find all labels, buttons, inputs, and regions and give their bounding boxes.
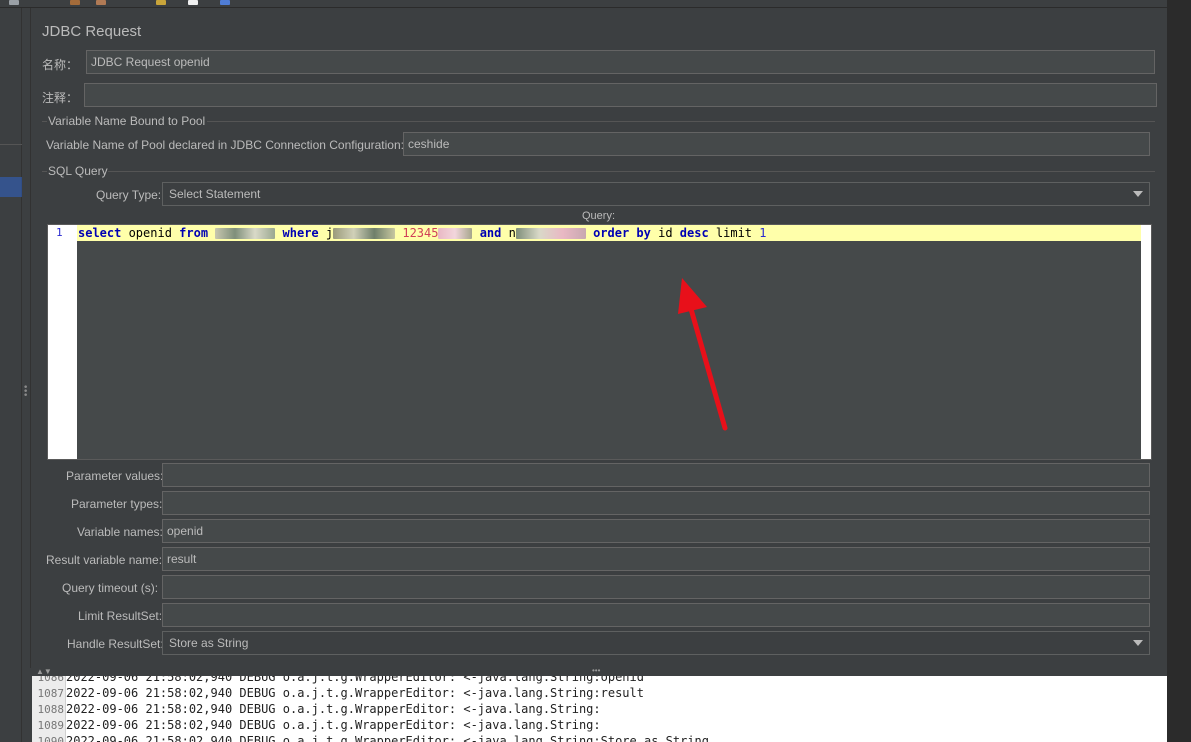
code-keyword: and — [479, 226, 502, 240]
param-values-label: Parameter values: — [66, 469, 164, 483]
panel-title: JDBC Request — [42, 23, 142, 40]
name-field[interactable]: JDBC Request openid — [86, 50, 1155, 74]
limit-resultset-label: Limit ResultSet: — [78, 609, 163, 623]
query-timeout-label: Query timeout (s): — [62, 581, 159, 595]
limit-resultset-field[interactable] — [162, 603, 1150, 627]
log-text: 2022-09-06 21:58:02,940 DEBUG o.a.j.t.g.… — [66, 734, 709, 742]
code-number: 1 — [759, 226, 767, 240]
comment-field[interactable] — [84, 83, 1157, 107]
handle-resultset-value: Store as String — [169, 636, 249, 650]
red-arrow-annotation — [678, 278, 728, 431]
splitter-bar[interactable]: ▲▼ ••• — [30, 666, 1167, 676]
code-keyword: where — [282, 226, 319, 240]
code-text: id — [650, 226, 680, 240]
log-text: 2022-09-06 21:58:02,940 DEBUG o.a.j.t.g.… — [66, 702, 601, 716]
pool-group-title: Variable Name Bound to Pool — [48, 114, 206, 128]
splitter-handle-icon[interactable]: ••• — [592, 666, 600, 675]
log-line: 1086 2022-09-06 21:58:02,940 DEBUG o.a.j.… — [32, 676, 1167, 685]
toolbar-icon-b[interactable] — [70, 0, 80, 5]
toolbar-icon-e[interactable] — [188, 0, 198, 5]
query-timeout-field[interactable] — [162, 575, 1150, 599]
variable-names-field[interactable]: openid — [162, 519, 1150, 543]
editor-scrollbar[interactable] — [1141, 225, 1151, 459]
log-line-number: 1090 — [37, 735, 65, 742]
param-types-label: Parameter types: — [71, 497, 163, 511]
pool-name-field[interactable]: ceshide — [403, 132, 1150, 156]
param-types-field[interactable] — [162, 491, 1150, 515]
jdbc-request-panel: JDBC Request 名称： JDBC Request openid 注释：… — [30, 8, 1167, 668]
variable-names-label: Variable names: — [77, 525, 163, 539]
name-label: 名称： — [42, 58, 79, 72]
log-viewer[interactable]: 1086 2022-09-06 21:58:02,940 DEBUG o.a.j.… — [32, 676, 1167, 742]
code-text: openid — [121, 226, 180, 240]
query-type-value: Select Statement — [169, 187, 261, 201]
log-line-number: 1088 — [37, 703, 65, 716]
log-line-number: 1089 — [37, 719, 65, 732]
toolbar-icon-c[interactable] — [96, 0, 106, 5]
chevron-down-icon[interactable] — [1133, 640, 1143, 646]
code-text: j — [318, 226, 334, 240]
code-keyword: desc — [679, 226, 709, 240]
sql-code[interactable]: select openid from where j 12345 and n o… — [78, 226, 767, 240]
result-variable-field[interactable]: result — [162, 547, 1150, 571]
sql-group-title: SQL Query — [48, 164, 108, 178]
right-scroll-region[interactable] — [1167, 0, 1191, 742]
toolbar — [0, 0, 1191, 8]
code-text: n — [501, 226, 516, 240]
toolbar-icon-f[interactable] — [220, 0, 230, 5]
log-line: 1090 2022-09-06 21:58:02,940 DEBUG o.a.j.… — [32, 733, 1167, 742]
tree-panel-edge[interactable] — [0, 8, 22, 742]
handle-resultset-label: Handle ResultSet: — [67, 637, 164, 651]
toolbar-icon-a[interactable] — [9, 0, 19, 5]
tree-selection[interactable] — [0, 177, 22, 197]
query-type-label: Query Type: — [96, 188, 162, 202]
line-number: 1 — [56, 226, 63, 239]
editor-current-line[interactable]: select openid from where j 12345 and n o… — [77, 225, 1141, 241]
result-variable-label: Result variable name: — [46, 553, 163, 567]
pool-name-label: Variable Name of Pool declared in JDBC C… — [46, 138, 404, 152]
log-line-number: 1087 — [37, 687, 65, 700]
code-keyword: from — [179, 226, 209, 240]
code-string: 12345 — [402, 226, 439, 240]
code-keyword: select — [78, 226, 122, 240]
redacted-table-name — [215, 228, 276, 239]
toolbar-icon-d[interactable] — [156, 0, 166, 5]
log-text: 2022-09-06 21:58:02,940 DEBUG o.a.j.t.g.… — [66, 718, 601, 732]
log-line: 1087 2022-09-06 21:58:02,940 DEBUG o.a.j.… — [32, 685, 1167, 701]
code-text: limit — [708, 226, 760, 240]
query-label: Query: — [582, 210, 616, 222]
collapse-arrows-icon[interactable]: ▲▼ — [36, 667, 52, 676]
log-line: 1089 2022-09-06 21:58:02,940 DEBUG o.a.j.… — [32, 717, 1167, 733]
redacted-condition — [515, 228, 586, 239]
comment-label: 注释： — [42, 91, 79, 105]
redacted-column — [333, 228, 396, 239]
editor-gutter: 1 — [48, 225, 77, 459]
log-text: 2022-09-06 21:58:02,940 DEBUG o.a.j.t.g.… — [66, 676, 644, 684]
csdn-watermark: CSDN @天青色777 — [1024, 716, 1156, 733]
sql-query-editor[interactable]: 1 select openid from where j 12345 and n… — [47, 224, 1152, 460]
chevron-down-icon[interactable] — [1133, 191, 1143, 197]
param-values-field[interactable] — [162, 463, 1150, 487]
log-text: 2022-09-06 21:58:02,940 DEBUG o.a.j.t.g.… — [66, 686, 644, 700]
handle-resultset-select[interactable]: Store as String — [162, 631, 1150, 655]
redacted-value — [438, 228, 473, 239]
code-keyword: order by — [593, 226, 651, 240]
query-type-select[interactable]: Select Statement — [162, 182, 1150, 206]
drag-handle-icon[interactable]: • • • — [23, 384, 28, 401]
log-line: 1088 2022-09-06 21:58:02,940 DEBUG o.a.j.… — [32, 701, 1167, 717]
